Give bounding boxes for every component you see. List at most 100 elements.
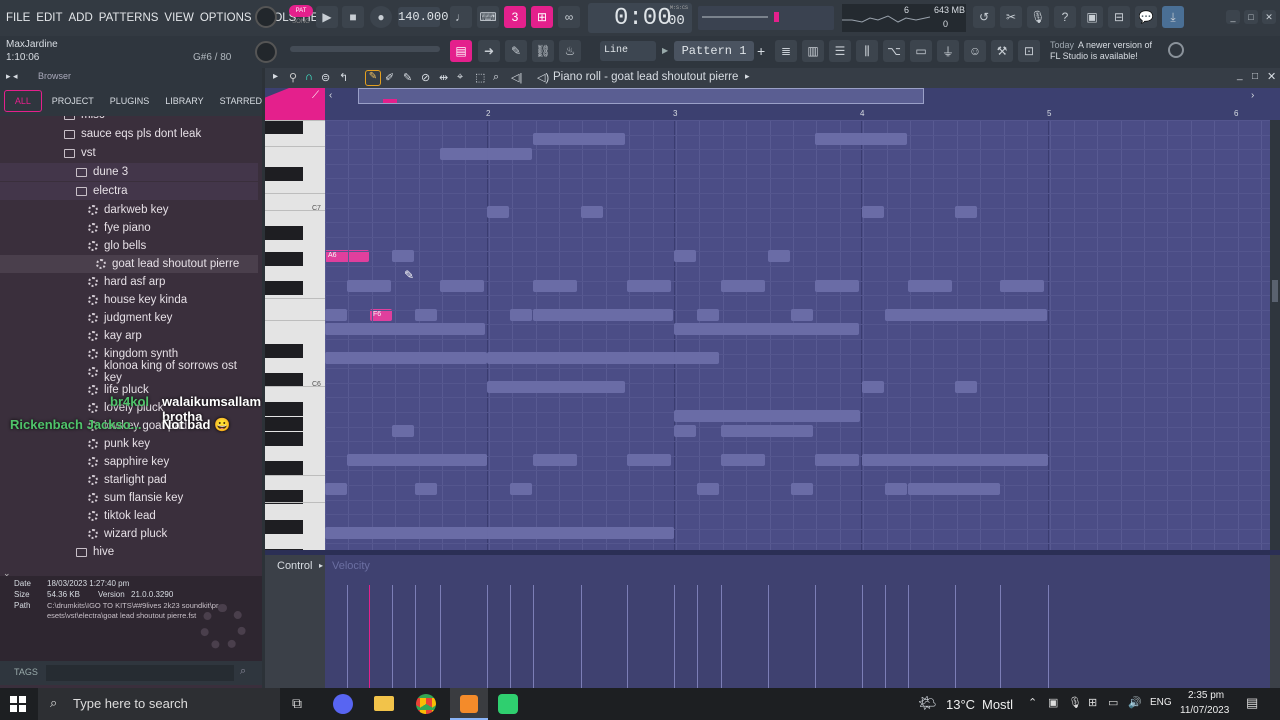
news-text-line2[interactable]: FL Studio is available! bbox=[1050, 51, 1138, 61]
folder-item[interactable]: vst bbox=[0, 144, 258, 162]
note-block[interactable] bbox=[815, 133, 907, 145]
chrome-icon[interactable] bbox=[416, 694, 436, 714]
step-edit-button[interactable]: ⊞ bbox=[531, 6, 553, 28]
folder-item[interactable]: hive bbox=[0, 543, 258, 561]
note-block[interactable] bbox=[325, 527, 674, 539]
master-volume-knob[interactable] bbox=[255, 6, 277, 28]
mic-button[interactable]: 🎙 bbox=[1027, 6, 1049, 28]
download-button[interactable]: ⤓ bbox=[1162, 6, 1184, 28]
note-block[interactable] bbox=[697, 483, 719, 495]
note-block[interactable] bbox=[815, 454, 859, 466]
note-block[interactable] bbox=[768, 250, 790, 262]
note-block[interactable] bbox=[510, 309, 532, 321]
windows-start-icon[interactable] bbox=[10, 696, 26, 712]
pattern-slider[interactable] bbox=[290, 46, 440, 52]
note-block[interactable] bbox=[325, 352, 487, 364]
black-key[interactable] bbox=[265, 226, 303, 240]
help-button[interactable]: ? bbox=[1054, 6, 1076, 28]
black-key[interactable] bbox=[265, 461, 303, 475]
tab-plugins[interactable]: PLUGINS bbox=[110, 96, 150, 106]
tray-time[interactable]: 2:35 pm bbox=[1188, 690, 1224, 701]
velocity-stem[interactable] bbox=[908, 585, 909, 688]
add-pattern-icon[interactable]: + bbox=[757, 43, 765, 59]
tab-starred[interactable]: STARRED bbox=[220, 96, 262, 106]
wait-input-button[interactable]: ⌨ bbox=[477, 6, 499, 28]
arrow-button[interactable]: ➜ bbox=[478, 40, 500, 62]
play-button[interactable]: ▶ bbox=[316, 6, 338, 28]
black-key[interactable] bbox=[265, 520, 303, 534]
preset-item[interactable]: kay arp bbox=[0, 327, 258, 345]
control-scrollbar[interactable] bbox=[1270, 555, 1280, 688]
velocity-stem[interactable] bbox=[721, 585, 722, 688]
velocity-stem[interactable] bbox=[581, 585, 582, 688]
preset-item[interactable]: sum flansie key bbox=[0, 489, 258, 507]
preset-item[interactable]: judgment key bbox=[0, 309, 258, 327]
tab-all[interactable]: ALL bbox=[4, 90, 42, 112]
menu-patterns[interactable]: PATTERNS bbox=[99, 12, 159, 24]
note-block[interactable] bbox=[347, 454, 487, 466]
plugin-manager-button[interactable]: ⚒ bbox=[991, 40, 1013, 62]
maximize-button[interactable]: □ bbox=[1244, 10, 1258, 24]
mute-tool-icon[interactable]: ⊘ bbox=[421, 71, 430, 84]
velocity-stem[interactable] bbox=[510, 585, 511, 688]
note-block[interactable] bbox=[674, 425, 696, 437]
discord-icon[interactable] bbox=[333, 694, 353, 714]
preset-item[interactable]: starlight pad bbox=[0, 471, 258, 489]
piano-keyboard[interactable]: C7 C6 bbox=[265, 120, 325, 550]
search-icon[interactable]: ⌕ bbox=[240, 665, 246, 678]
control-arrow-icon[interactable]: ▸ bbox=[319, 561, 323, 570]
note-block[interactable] bbox=[955, 381, 977, 393]
folder-item[interactable]: misc bbox=[0, 116, 258, 124]
black-key[interactable] bbox=[265, 252, 303, 266]
preset-item[interactable]: fye piano bbox=[0, 219, 258, 237]
fl-studio-taskbar-item[interactable] bbox=[450, 688, 488, 720]
save-button[interactable]: ▣ bbox=[1081, 6, 1103, 28]
tab-library[interactable]: LIBRARY bbox=[165, 96, 203, 106]
velocity-stem[interactable] bbox=[1048, 585, 1049, 688]
tray-chevron-icon[interactable]: ⌃ bbox=[1028, 696, 1037, 709]
horizontal-scrollbar[interactable] bbox=[358, 88, 924, 104]
note-block[interactable] bbox=[510, 483, 532, 495]
note-block[interactable] bbox=[815, 280, 859, 292]
velocity-stem[interactable] bbox=[440, 585, 441, 688]
app-icon[interactable] bbox=[498, 694, 518, 714]
black-key[interactable] bbox=[265, 344, 303, 358]
note-block[interactable] bbox=[908, 483, 1000, 495]
menu-file[interactable]: FILE bbox=[6, 12, 30, 24]
news-text-line1[interactable]: A newer version of bbox=[1078, 40, 1152, 50]
velocity-stem[interactable] bbox=[533, 585, 534, 688]
note-block[interactable] bbox=[325, 483, 347, 495]
paint-tool-icon[interactable]: ✐ bbox=[385, 71, 394, 84]
weather-icon[interactable]: 🌤 bbox=[918, 694, 937, 712]
note-block[interactable] bbox=[487, 206, 509, 218]
black-key[interactable] bbox=[265, 417, 303, 431]
taskbar-search[interactable]: ⌕ Type here to search bbox=[38, 688, 280, 720]
browser-arrows-icon[interactable]: ▸ ◂ bbox=[6, 71, 18, 82]
song-mode-button[interactable]: SONG bbox=[289, 19, 313, 29]
time-ruler[interactable]: ⟋ ‹ › 2 3 4 5 6 bbox=[265, 88, 1280, 120]
tray-volume-icon[interactable]: 🔊 bbox=[1128, 696, 1142, 709]
piano-roll-view-button[interactable]: ▤ bbox=[450, 40, 472, 62]
velocity-stem[interactable] bbox=[627, 585, 628, 688]
chat-button[interactable]: 💬 bbox=[1135, 6, 1157, 28]
pr-minimize-button[interactable]: _ bbox=[1237, 70, 1243, 81]
channel-rack-button[interactable]: ☰ bbox=[829, 40, 851, 62]
velocity-stem[interactable] bbox=[768, 585, 769, 688]
note-block[interactable] bbox=[862, 206, 884, 218]
preset-item[interactable]: house key kinda bbox=[0, 291, 258, 309]
minimize-button[interactable]: _ bbox=[1226, 10, 1240, 24]
note-block[interactable] bbox=[392, 425, 414, 437]
playback-tool-icon[interactable]: ◁| bbox=[511, 71, 522, 84]
control-label[interactable]: Control bbox=[277, 560, 312, 572]
note-block[interactable] bbox=[627, 454, 671, 466]
stamp-button[interactable]: ♨ bbox=[559, 40, 581, 62]
magnet-icon[interactable]: ⚲ bbox=[289, 71, 297, 84]
note-block[interactable] bbox=[674, 410, 860, 422]
stop-button[interactable]: ■ bbox=[342, 6, 364, 28]
menu-add[interactable]: ADD bbox=[69, 12, 93, 24]
velocity-stem[interactable] bbox=[369, 585, 370, 688]
piano-roll-menu-icon[interactable]: ▸ bbox=[273, 71, 278, 82]
preset-item[interactable]: hard asf arp bbox=[0, 273, 258, 291]
velocity-stem[interactable] bbox=[955, 585, 956, 688]
note-block[interactable] bbox=[791, 309, 813, 321]
